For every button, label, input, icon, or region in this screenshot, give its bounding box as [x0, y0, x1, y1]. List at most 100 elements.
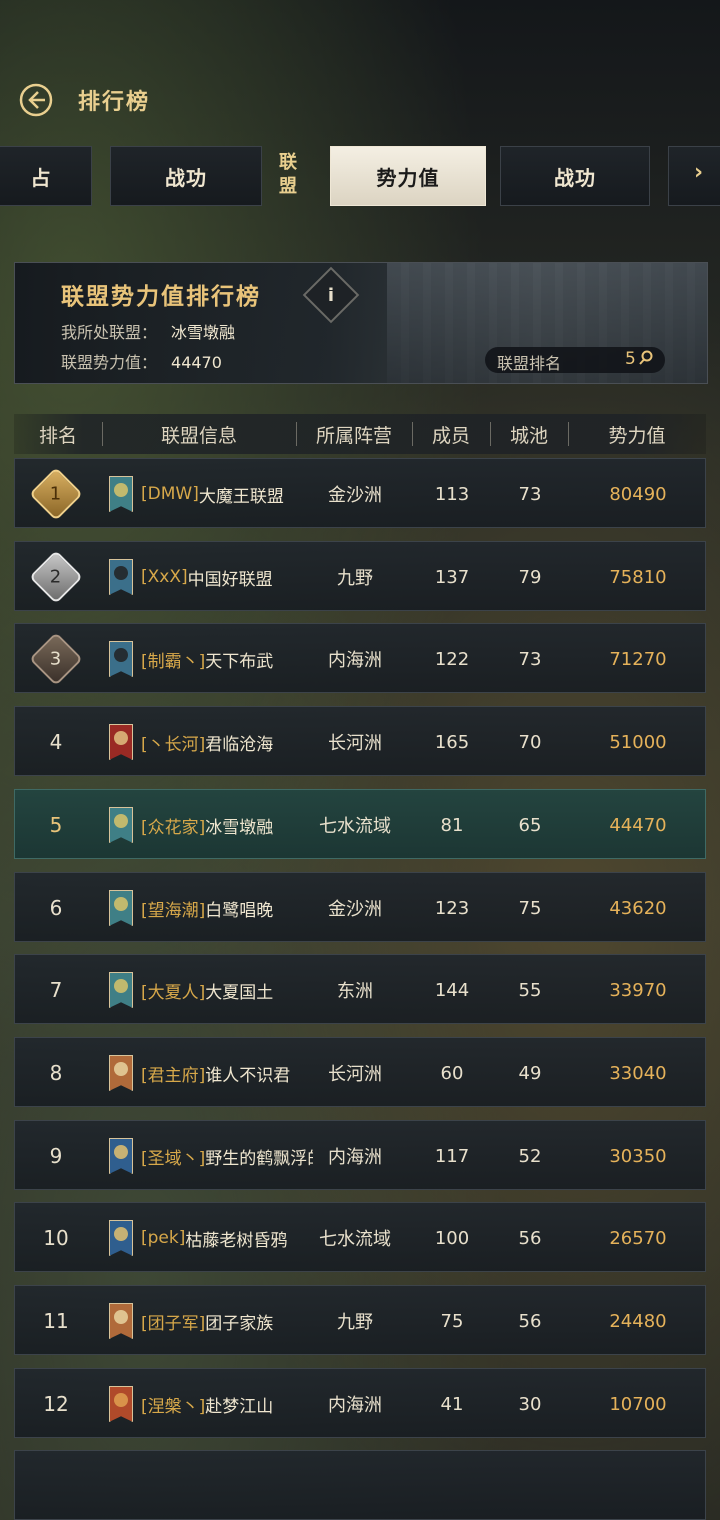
header-members: 成员 [431, 425, 470, 447]
alliance-rank-pill[interactable]: 联盟排名 5 [485, 347, 665, 373]
table-row[interactable]: 2 [XxX] 中国好联盟 九野 137 79 75810 [14, 541, 706, 611]
members-cell: 123 [434, 897, 470, 919]
flag-emblem [114, 897, 128, 911]
table-row[interactable]: 12 [涅槃丶] 赴梦江山 内海洲 41 30 10700 [14, 1368, 706, 1438]
cities-cell: 55 [518, 979, 542, 1001]
alliance-flag-icon [109, 476, 133, 512]
cities-cell: 70 [518, 731, 542, 753]
cities-cell: 56 [518, 1310, 542, 1332]
rank-number: 12 [43, 1392, 69, 1416]
alliance-title: 大夏国土 [205, 982, 274, 1003]
alliance-flag-icon [109, 1303, 133, 1339]
power-cell: 30350 [609, 1145, 667, 1167]
power-cell: 33970 [609, 979, 667, 1001]
search-icon [639, 350, 653, 370]
flag-emblem [114, 731, 128, 745]
my-alliance-value: 冰雪墩融 [171, 323, 236, 342]
alliance-title: 枯藤老树昏鸦 [185, 1230, 288, 1251]
rank-number: 5 [49, 813, 63, 837]
table-row[interactable]: 7 [大夏人] 大夏国土 东洲 144 55 33970 [14, 954, 706, 1024]
alliance-tag: [君主府] [141, 1065, 206, 1086]
rank-number: 3 [50, 648, 62, 670]
camp-cell: 九野 [337, 1312, 373, 1333]
tab-partial[interactable]: 占 [0, 146, 92, 206]
header-alliance-info: 联盟信息 [160, 425, 237, 447]
table-row[interactable]: 10 [pek] 枯藤老树昏鸦 七水流域 100 56 26570 [14, 1202, 706, 1272]
alliance-tag: [丶长河] [141, 734, 206, 755]
camp-cell: 东洲 [337, 981, 373, 1002]
header-cities: 城池 [509, 425, 548, 447]
power-cell: 75810 [609, 566, 667, 588]
members-cell: 117 [434, 1145, 470, 1167]
power-cell: 33040 [609, 1062, 667, 1084]
camp-cell: 内海洲 [328, 650, 382, 671]
table-row[interactable]: 6 [望海潮] 白鹭唱晚 金沙洲 123 75 43620 [14, 872, 706, 942]
table-row[interactable]: 5 [众花家] 冰雪墩融 七水流域 81 65 44470 [14, 789, 706, 859]
table-row[interactable]: 4 [丶长河] 君临沧海 长河洲 165 70 51000 [14, 706, 706, 776]
rank-number: 9 [49, 1144, 63, 1168]
alliance-name: [制霸丶] 天下布武 [141, 624, 313, 694]
power-cell: 44470 [609, 814, 667, 836]
members-cell: 113 [434, 483, 470, 505]
alliance-tag: [涅槃丶] [141, 1396, 206, 1417]
alliance-tag: [DMW] [141, 484, 199, 504]
info-glyph: i [327, 284, 335, 306]
power-cell: 26570 [609, 1227, 667, 1249]
chevron-right-icon[interactable]: › [694, 160, 703, 185]
camp-cell: 七水流域 [319, 816, 391, 837]
power-cell: 80490 [609, 483, 667, 505]
camp-cell: 金沙洲 [328, 485, 382, 506]
header-power: 势力值 [608, 425, 666, 447]
camp-cell: 内海洲 [328, 1147, 382, 1168]
alliance-tag: [圣域丶] [141, 1148, 206, 1169]
camp-cell: 七水流域 [319, 1229, 391, 1250]
header-camp: 所属阵营 [315, 425, 392, 447]
alliance-flag-icon [109, 807, 133, 843]
table-row[interactable]: 3 [制霸丶] 天下布武 内海洲 122 73 71270 [14, 623, 706, 693]
rank-cell: 3 [15, 624, 97, 694]
table-row[interactable]: 8 [君主府] 谁人不识君 长河洲 60 49 33040 [14, 1037, 706, 1107]
power-cell: 71270 [609, 648, 667, 670]
table-row[interactable]: 11 [团子军] 团子家族 九野 75 56 24480 [14, 1285, 706, 1355]
alliance-title: 赴梦江山 [205, 1396, 274, 1417]
alliance-tag: [团子军] [141, 1313, 206, 1334]
rank-number: 8 [49, 1061, 63, 1085]
alliance-name: [pek] 枯藤老树昏鸦 [141, 1203, 313, 1273]
members-cell: 100 [434, 1227, 470, 1249]
members-cell: 81 [440, 814, 464, 836]
alliance-flag-icon [109, 1138, 133, 1174]
tab-power-active[interactable]: 势力值 [330, 146, 486, 206]
tab-merit-personal[interactable]: 战功 [110, 146, 262, 206]
cities-cell: 56 [518, 1227, 542, 1249]
table-row[interactable]: 1 [DMW] 大魔王联盟 金沙洲 113 73 80490 [14, 458, 706, 528]
alliance-title: 君临沧海 [205, 734, 274, 755]
cities-cell: 49 [518, 1062, 542, 1084]
table-row-partial[interactable] [14, 1450, 706, 1520]
rank-number: 7 [49, 978, 63, 1002]
banner-title: 联盟势力值排行榜 [61, 284, 261, 310]
flag-emblem [114, 1393, 128, 1407]
table-row[interactable]: 9 [圣域丶]野生的鹤飘浮的云内海洲 117 52 30350 [14, 1120, 706, 1190]
alliance-rank-value: 5 [625, 349, 636, 369]
tab-merit-alliance[interactable]: 战功 [500, 146, 650, 206]
alliance-name: [XxX] 中国好联盟 [141, 542, 313, 612]
flag-emblem [114, 979, 128, 993]
alliance-tag: [众花家] [141, 817, 206, 838]
rank-medal-icon: 2 [29, 550, 83, 604]
cities-cell: 52 [518, 1145, 542, 1167]
members-cell: 75 [440, 1310, 464, 1332]
back-arrow-icon[interactable] [18, 82, 54, 118]
alliance-power-line: 联盟势力值： 44470 [61, 349, 222, 373]
alliance-power-banner: 联盟势力值排行榜 i 我所处联盟： 冰雪墩融 联盟势力值： 44470 联盟排名 5 [14, 262, 708, 384]
members-cell: 137 [434, 566, 470, 588]
cities-cell: 79 [518, 566, 542, 588]
alliance-title: 冰雪墩融 [205, 817, 274, 838]
flag-emblem [114, 1310, 128, 1324]
cities-cell: 75 [518, 897, 542, 919]
my-alliance-line: 我所处联盟： 冰雪墩融 [61, 319, 235, 343]
members-cell: 41 [440, 1393, 464, 1415]
flag-emblem [114, 814, 128, 828]
info-icon[interactable]: i [302, 266, 360, 324]
rank-medal-icon: 3 [29, 632, 83, 686]
tab-bar: 占 战功 联 盟 势力值 战功 › [0, 140, 720, 210]
